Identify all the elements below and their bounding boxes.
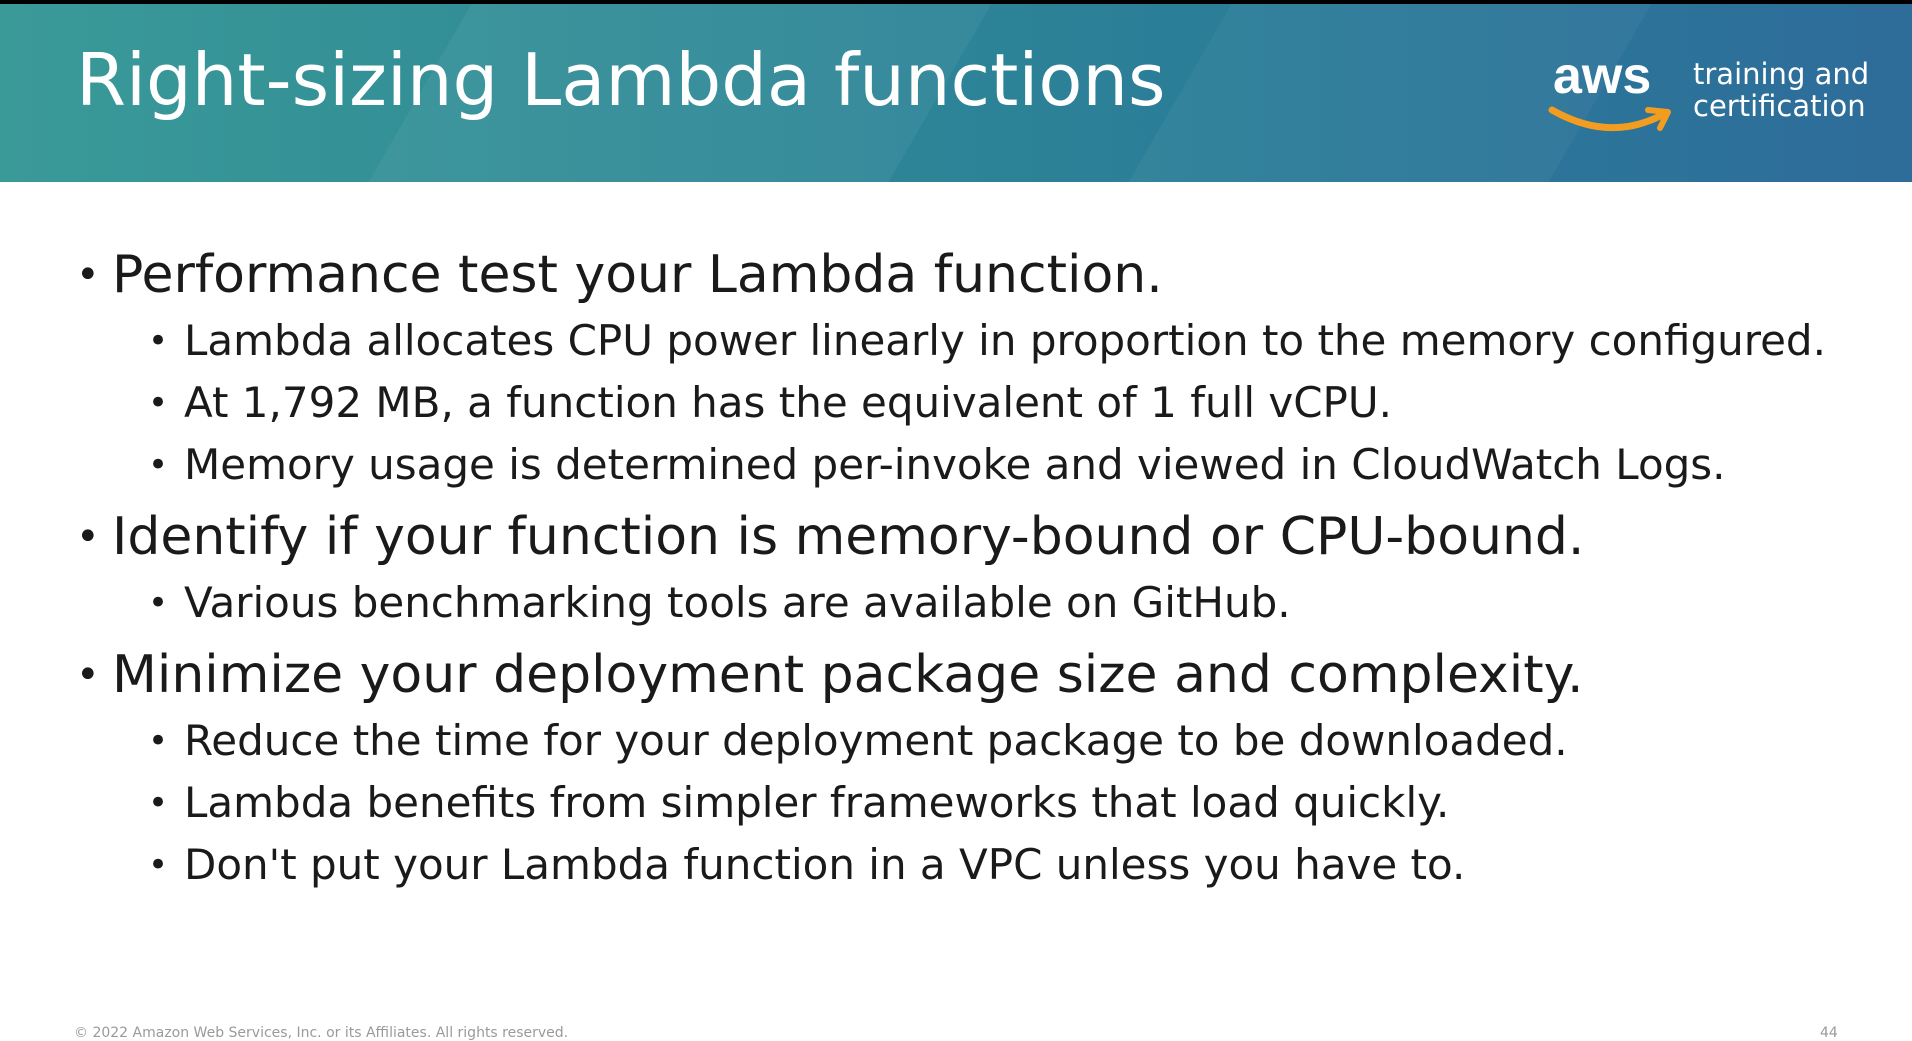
aws-smile-icon: [1548, 106, 1671, 132]
sub-bullet-text: At 1,792 MB, a function has the equivale…: [184, 378, 1392, 427]
bullet-dot: •: [148, 445, 169, 485]
bullet-text: Identify if your function is memory-boun…: [112, 507, 1585, 567]
bullet-dot: •: [148, 583, 169, 623]
bullet-dot: •: [148, 721, 169, 761]
sub-bullet-list: • Lambda allocates CPU power linearly in…: [0, 310, 1912, 496]
sub-bullet-list: • Various benchmarking tools are availab…: [0, 572, 1912, 634]
sub-bullet-text: Don't put your Lambda function in a VPC …: [184, 840, 1466, 889]
bullet-level2: • Lambda benefits from simpler framework…: [0, 772, 1912, 834]
sub-bullet-text: Memory usage is determined per-invoke an…: [184, 440, 1726, 489]
bullet-level2: • Don't put your Lambda function in a VP…: [0, 834, 1912, 896]
bullet-dot: •: [76, 514, 100, 560]
logo-tagline-line2: certification: [1693, 89, 1866, 123]
sub-bullet-text: Lambda benefits from simpler frameworks …: [184, 778, 1450, 827]
copyright-notice: © 2022 Amazon Web Services, Inc. or its …: [74, 1025, 569, 1041]
bullet-group: • Identify if your function is memory-bo…: [0, 502, 1912, 634]
bullet-dot: •: [76, 652, 100, 698]
bullet-level1: • Minimize your deployment package size …: [0, 640, 1912, 710]
sub-bullet-text: Reduce the time for your deployment pack…: [184, 716, 1568, 765]
bullet-level2: • Reduce the time for your deployment pa…: [0, 710, 1912, 772]
logo-tagline-line1: training and: [1693, 57, 1870, 91]
bullet-text: Performance test your Lambda function.: [112, 245, 1163, 305]
bullet-level2: • Memory usage is determined per-invoke …: [0, 434, 1912, 496]
logo-tagline: training and certification: [1693, 58, 1869, 122]
bullet-group: • Minimize your deployment package size …: [0, 640, 1912, 896]
bullet-dot: •: [148, 845, 169, 885]
bullet-dot: •: [76, 252, 100, 298]
bullet-level2: • At 1,792 MB, a function has the equiva…: [0, 372, 1912, 434]
aws-logo: aws training and certification: [1548, 50, 1878, 140]
bullet-dot: •: [148, 783, 169, 823]
aws-wordmark: aws: [1553, 47, 1652, 105]
bullet-dot: •: [148, 321, 169, 361]
slide-title: Right-sizing Lambda functions: [76, 38, 1166, 122]
bullet-level2: • Various benchmarking tools are availab…: [0, 572, 1912, 634]
sub-bullet-list: • Reduce the time for your deployment pa…: [0, 710, 1912, 896]
sub-bullet-text: Lambda allocates CPU power linearly in p…: [184, 316, 1826, 365]
bullet-level1: • Performance test your Lambda function.: [0, 240, 1912, 310]
bullet-text: Minimize your deployment package size an…: [112, 645, 1584, 705]
slide-body: • Performance test your Lambda function.…: [0, 240, 1912, 902]
slide-header: Right-sizing Lambda functions aws traini…: [0, 4, 1912, 182]
bullet-level2: • Lambda allocates CPU power linearly in…: [0, 310, 1912, 372]
page-number: 44: [1820, 1025, 1838, 1041]
bullet-dot: •: [148, 383, 169, 423]
sub-bullet-text: Various benchmarking tools are available…: [184, 578, 1291, 627]
bullet-level1: • Identify if your function is memory-bo…: [0, 502, 1912, 572]
bullet-group: • Performance test your Lambda function.…: [0, 240, 1912, 496]
